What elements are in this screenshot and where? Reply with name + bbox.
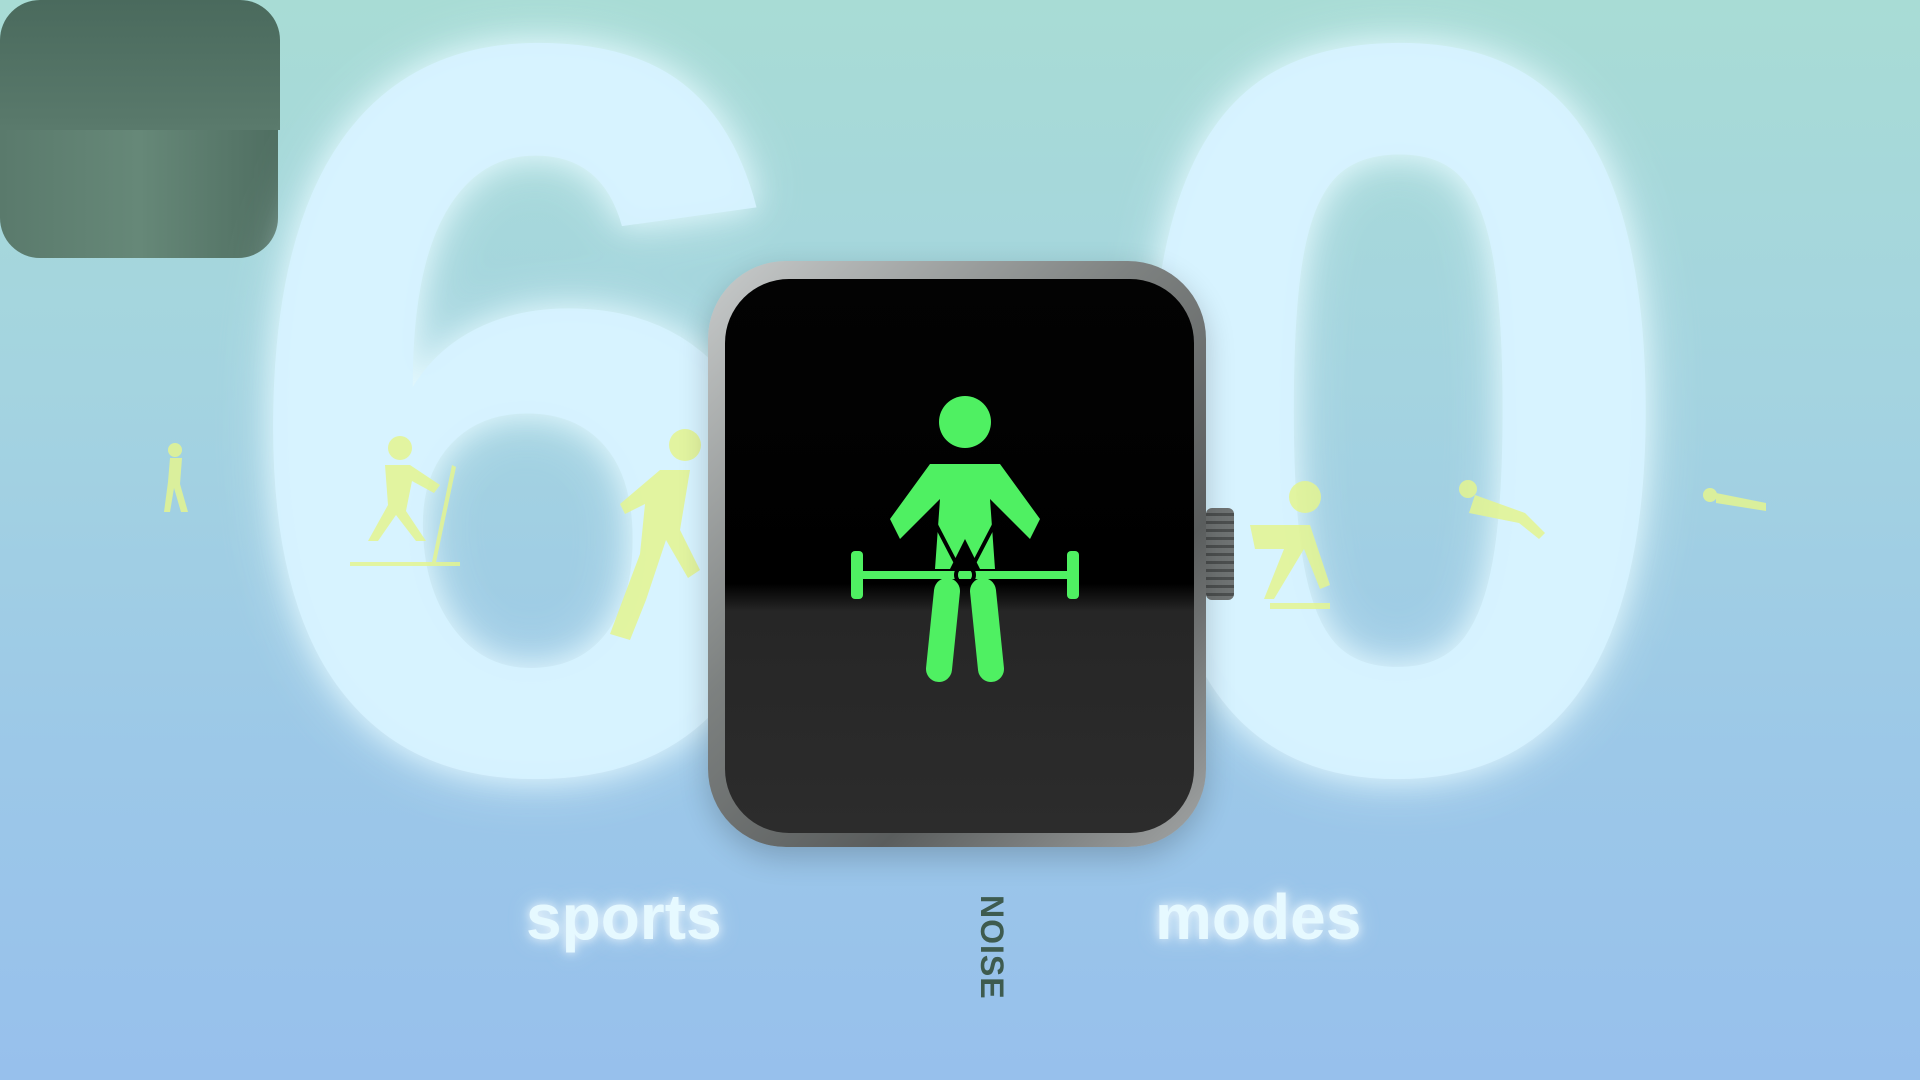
weightlifting-icon bbox=[851, 396, 1079, 682]
headline-word-sports: sports bbox=[526, 881, 722, 953]
running-icon bbox=[164, 443, 188, 512]
rowing-icon bbox=[350, 436, 460, 566]
weight-bench-icon bbox=[1250, 481, 1330, 609]
watch-screen[interactable] bbox=[725, 279, 1194, 833]
plank-icon bbox=[1703, 488, 1766, 511]
headline-word-modes: modes bbox=[1155, 881, 1362, 953]
swimming-icon bbox=[1459, 480, 1545, 539]
brand-logo: NOISE bbox=[974, 895, 1010, 1000]
sprinting-icon bbox=[610, 429, 701, 640]
watch-crown-button[interactable] bbox=[1206, 508, 1234, 600]
